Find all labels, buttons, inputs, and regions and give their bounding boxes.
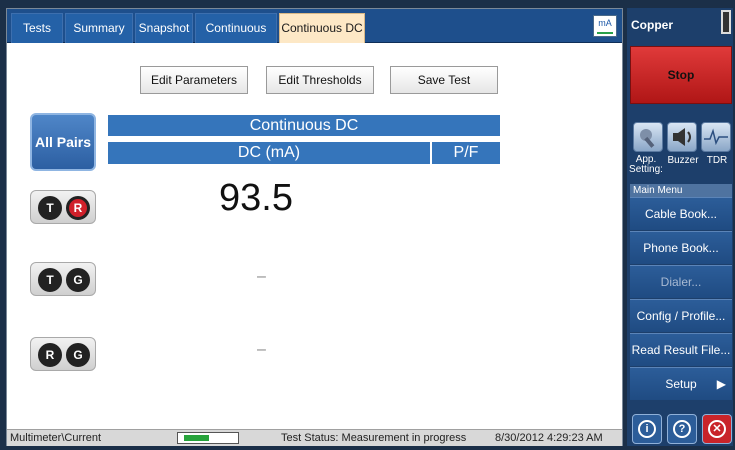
close-icon: ✕ — [708, 420, 726, 438]
tab-summary[interactable]: Summary — [65, 13, 133, 43]
waveform-icon[interactable] — [701, 122, 731, 152]
buzzer-label: Buzzer — [667, 155, 699, 166]
tdr-label: TDR — [706, 155, 728, 166]
module-title: Copper — [631, 18, 673, 32]
tip-icon: T — [38, 196, 62, 220]
menu-cable-book[interactable]: Cable Book... — [630, 197, 732, 230]
wrench-icon[interactable] — [633, 122, 663, 152]
info-button[interactable]: i — [632, 414, 662, 444]
close-button[interactable]: ✕ — [702, 414, 732, 444]
tip-icon: T — [38, 268, 62, 292]
right-panel: Copper Stop App. Setting: Buzzer TDR Mai… — [627, 8, 733, 446]
edit-thresholds-button[interactable]: Edit Thresholds — [266, 66, 374, 94]
pair-tr-icon[interactable]: T R — [30, 190, 96, 224]
main-menu-title: Main Menu — [630, 184, 732, 197]
progress-indicator — [177, 432, 239, 444]
table-title: Continuous DC — [108, 115, 500, 136]
ring-icon: R — [66, 196, 90, 220]
pair-tg-value: – — [257, 268, 266, 285]
ground-icon: G — [66, 343, 90, 367]
column-header-pf: P/F — [432, 142, 500, 164]
app-settings-label: App. Setting: — [629, 154, 663, 175]
ground-icon: G — [66, 268, 90, 292]
tab-snapshot[interactable]: Snapshot — [135, 13, 193, 43]
all-pairs-button[interactable]: All Pairs — [30, 113, 96, 171]
test-status: Test Status: Measurement in progress — [281, 432, 467, 444]
status-bar: Multimeter\Current Test Status: Measurem… — [7, 429, 622, 446]
menu-dialer[interactable]: Dialer... — [630, 265, 732, 298]
save-test-button[interactable]: Save Test — [390, 66, 498, 94]
tab-continuous-dc[interactable]: Continuous DC — [279, 13, 365, 43]
tab-bar: Tests Summary Snapshot Continuous AC Con… — [7, 9, 622, 63]
main-panel: Tests Summary Snapshot Continuous AC Con… — [6, 8, 623, 446]
tab-continuous-ac[interactable]: Continuous AC — [195, 13, 277, 63]
pair-tg-icon[interactable]: T G — [30, 262, 96, 296]
help-icon: ? — [673, 420, 691, 438]
speaker-icon[interactable] — [667, 122, 697, 152]
milliamp-icon[interactable]: mA — [593, 15, 617, 37]
menu-setup[interactable]: Setup ▶ — [630, 367, 732, 400]
menu-config-profile[interactable]: Config / Profile... — [630, 299, 732, 332]
menu-phone-book[interactable]: Phone Book... — [630, 231, 732, 264]
stop-button[interactable]: Stop — [630, 46, 732, 104]
info-icon: i — [638, 420, 656, 438]
status-path: Multimeter\Current — [10, 432, 102, 444]
ring-icon: R — [38, 343, 62, 367]
unit-label: mA — [598, 18, 612, 28]
battery-icon — [721, 10, 731, 34]
arrow-right-icon: ▶ — [716, 377, 726, 391]
column-header-dc: DC (mA) — [108, 142, 430, 164]
edit-parameters-button[interactable]: Edit Parameters — [140, 66, 248, 94]
tab-tests[interactable]: Tests — [11, 13, 63, 43]
menu-setup-label: Setup — [665, 377, 697, 391]
status-datetime: 8/30/2012 4:29:23 AM — [495, 432, 603, 444]
app-frame: Tests Summary Snapshot Continuous AC Con… — [0, 0, 735, 450]
pair-rg-value: – — [257, 341, 266, 358]
pair-tr-value: 93.5 — [219, 177, 293, 219]
pair-rg-icon[interactable]: R G — [30, 337, 96, 371]
menu-read-result-file[interactable]: Read Result File... — [630, 333, 732, 366]
help-button[interactable]: ? — [667, 414, 697, 444]
